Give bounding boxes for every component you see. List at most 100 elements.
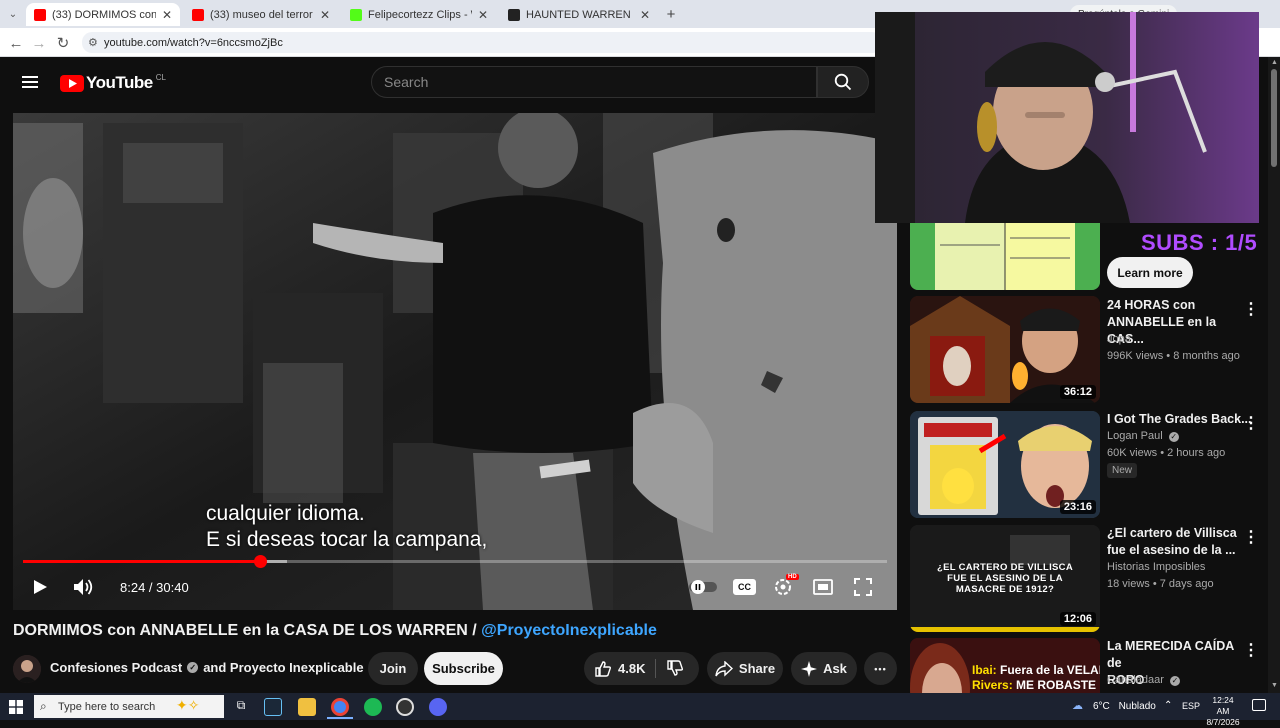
scroll-up-icon[interactable]: ▲ xyxy=(1271,59,1278,66)
video-meta: 60K views • 2 hours ago xyxy=(1107,447,1226,459)
more-actions-button[interactable]: ••• xyxy=(864,652,897,685)
channel-name[interactable]: Logan Paul ✓ xyxy=(1107,430,1179,442)
scroll-down-icon[interactable]: ▼ xyxy=(1271,682,1278,689)
progress-scrubber-handle[interactable] xyxy=(253,555,267,568)
theater-mode-icon xyxy=(813,579,833,595)
autoplay-toggle[interactable] xyxy=(689,575,717,599)
browser-tab-2[interactable]: (33) museo del terror informe ✕ xyxy=(184,3,338,26)
search-highlight-icon: ✦✧ xyxy=(176,697,200,713)
taskbar-clock[interactable]: 12:24 AM 8/7/2026 xyxy=(1206,695,1240,728)
close-tab-icon[interactable]: ✕ xyxy=(162,8,172,22)
video-player[interactable]: cualquier idioma. E si deseas tocar la c… xyxy=(13,113,897,610)
spotify-icon[interactable] xyxy=(364,698,382,716)
thumbnail-text-speaker-2: Rivers: xyxy=(972,678,1013,692)
more-options-icon[interactable]: ⋮ xyxy=(1243,299,1259,319)
search-placeholder: Search xyxy=(384,74,429,90)
notifications-icon[interactable] xyxy=(1252,699,1266,711)
share-button[interactable]: Share xyxy=(707,652,783,685)
close-tab-icon[interactable]: ✕ xyxy=(320,8,330,22)
thumbnail-text-speaker-1: Ibai: xyxy=(972,663,997,677)
site-favicon-icon xyxy=(508,8,520,21)
chevron-up-icon[interactable]: ⌃ xyxy=(1164,700,1172,711)
subscribe-button[interactable]: Subscribe xyxy=(424,652,503,685)
theater-mode-button[interactable] xyxy=(813,575,833,599)
learn-more-button[interactable]: Learn more xyxy=(1107,257,1193,288)
video-thumbnail[interactable]: 23:16 xyxy=(910,411,1100,518)
scrollbar-thumb[interactable] xyxy=(1271,69,1277,167)
weather-icon[interactable]: ☁ xyxy=(1072,699,1083,712)
browser-tab-3[interactable]: Felipecortezz Clips - Watch Live ✕ xyxy=(342,3,496,26)
weather-temp: 6°C xyxy=(1093,701,1110,712)
windows-start-button[interactable] xyxy=(9,700,23,719)
share-icon xyxy=(715,660,733,677)
channel-name[interactable]: Confesiones Podcast xyxy=(50,660,182,675)
tab-search-chevron-icon[interactable]: ⌄ xyxy=(3,4,23,24)
subs-goal-text: SUBS : 1/5 xyxy=(1141,230,1258,255)
ask-label: Ask xyxy=(823,661,847,676)
channel-name[interactable]: Jopa xyxy=(1107,333,1131,345)
search-button[interactable] xyxy=(817,66,869,98)
file-explorer-icon[interactable] xyxy=(298,698,316,716)
url-field[interactable]: ⚙ youtube.com/watch?v=6nccsmoZjBc xyxy=(82,32,882,53)
chrome-icon[interactable] xyxy=(331,698,349,716)
obs-icon[interactable] xyxy=(396,698,414,716)
page-scrollbar[interactable]: ▲ ▼ xyxy=(1268,57,1280,693)
settings-button[interactable]: HD xyxy=(773,574,799,599)
fullscreen-button[interactable] xyxy=(854,575,872,599)
language-indicator[interactable]: ESP xyxy=(1182,701,1200,711)
volume-icon xyxy=(74,579,93,595)
collab-channel-name[interactable]: and Proyecto Inexplicable xyxy=(203,660,363,675)
more-options-icon[interactable]: ⋮ xyxy=(1243,640,1259,660)
video-title-line-1: I Got The Grades Back... xyxy=(1107,412,1252,426)
thumbnail-text: ¿EL CARTERO DE VILLISCA FUE EL ASESINO D… xyxy=(936,562,1074,595)
site-info-icon[interactable]: ⚙ xyxy=(88,36,98,49)
browser-tab-4[interactable]: HAUNTED WARREN HOUSE ✕ xyxy=(500,3,658,26)
recommendations-sidebar: SUBS : 1/5 Learn more 36:12 24 HORAS con… xyxy=(897,223,1267,693)
browser-tab-1[interactable]: (33) DORMIMOS con ANNABELLE ✕ xyxy=(26,3,180,26)
discord-icon[interactable] xyxy=(429,698,447,716)
progress-bar[interactable] xyxy=(23,555,887,568)
browser-tab-label: (33) museo del terror informe xyxy=(210,8,314,21)
youtube-logo-text: YouTube xyxy=(86,73,153,92)
task-view-icon[interactable]: ⧉ xyxy=(232,698,250,716)
close-tab-icon[interactable]: ✕ xyxy=(478,8,488,22)
video-thumbnail[interactable]: Ibai: Fuera de la VELADA Rivers: ME ROBA… xyxy=(910,638,1100,693)
progress-played xyxy=(23,560,260,563)
volume-button[interactable] xyxy=(73,575,95,599)
youtube-logo[interactable]: YouTube CL xyxy=(60,73,166,93)
hamburger-menu-icon[interactable] xyxy=(22,73,38,91)
more-options-icon[interactable]: ⋮ xyxy=(1243,527,1259,547)
ad-thumbnail[interactable] xyxy=(910,223,1100,290)
video-title[interactable]: ¿El cartero de Villisca fue el asesino d… xyxy=(1107,525,1239,559)
avatar-image xyxy=(13,655,41,683)
taskbar-search-input[interactable]: ⌕ Type here to search ✦✧ xyxy=(34,695,224,718)
back-arrow-icon[interactable]: ← xyxy=(6,33,26,53)
channel-name[interactable]: Canaladaar ✓ xyxy=(1107,674,1180,686)
reload-icon[interactable]: ↻ xyxy=(53,33,73,53)
new-tab-button[interactable]: + xyxy=(661,4,681,24)
avatar[interactable] xyxy=(13,655,41,683)
more-options-icon[interactable]: ⋮ xyxy=(1243,413,1259,433)
close-tab-icon[interactable]: ✕ xyxy=(640,8,650,22)
browser-tab-label: HAUNTED WARREN HOUSE xyxy=(526,8,634,21)
ask-button[interactable]: Ask xyxy=(791,652,857,685)
weather-widget[interactable]: 6°C Nublado xyxy=(1093,701,1156,712)
channel-name[interactable]: Historias Imposibles xyxy=(1107,561,1205,573)
video-thumbnail[interactable]: ¿EL CARTERO DE VILLISCA FUE EL ASESINO D… xyxy=(910,525,1100,632)
search-input[interactable]: Search xyxy=(371,66,817,98)
forward-arrow-icon[interactable]: → xyxy=(29,33,49,53)
steam-icon[interactable] xyxy=(264,698,282,716)
captions-button[interactable]: CC xyxy=(733,575,756,599)
dislike-button[interactable] xyxy=(666,659,684,680)
join-button[interactable]: Join xyxy=(368,652,418,685)
subtitle-line-1: cualquier idioma. xyxy=(206,502,365,525)
video-title[interactable]: I Got The Grades Back... xyxy=(1107,411,1252,428)
new-badge: New xyxy=(1107,463,1138,478)
clock-date: 8/7/2026 xyxy=(1206,717,1240,727)
video-thumbnail[interactable]: 36:12 xyxy=(910,296,1100,403)
like-button[interactable]: 4.8K xyxy=(594,660,645,678)
play-icon xyxy=(34,580,47,594)
url-text: youtube.com/watch?v=6nccsmoZjBc xyxy=(104,36,283,49)
mention-link[interactable]: @ProyectoInexplicable xyxy=(481,622,657,639)
play-button[interactable] xyxy=(31,575,49,599)
